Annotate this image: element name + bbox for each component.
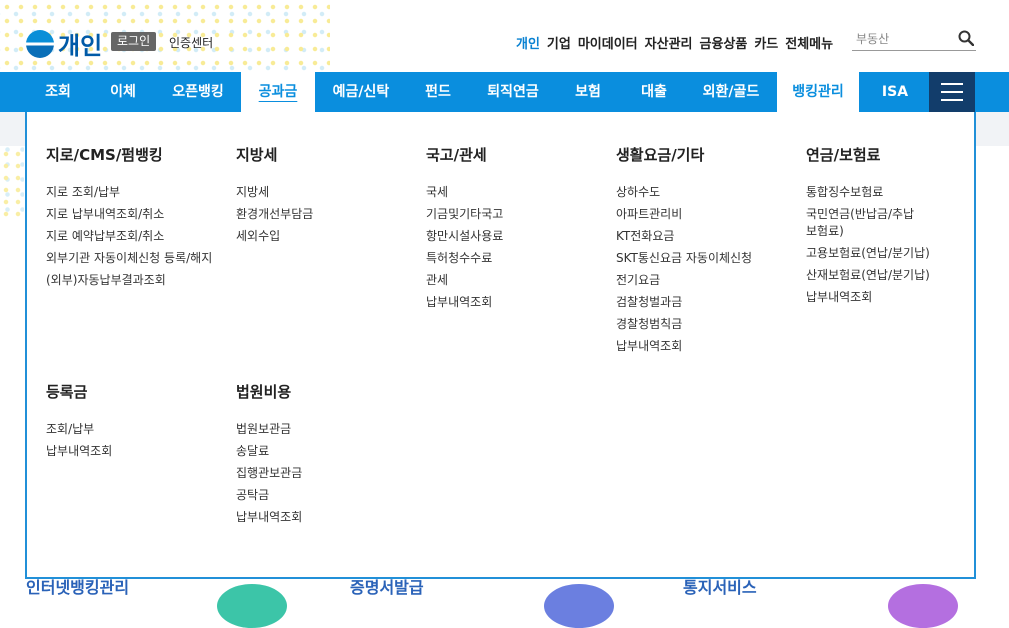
section-title: 국고/관세 — [426, 146, 487, 164]
menu-item[interactable]: 지로 예약납부조회/취소 — [46, 228, 216, 245]
menu-item[interactable]: 국세 — [426, 184, 596, 201]
menu-item[interactable]: 기금및기타국고 — [426, 206, 596, 223]
header: 개인 로그인 인증센터 개인 기업 마이데이터 자산관리 금융상품 카드 전체메… — [0, 0, 1009, 72]
util-nav-personal[interactable]: 개인 — [516, 33, 540, 52]
menu-item[interactable]: 환경개선부담금 — [236, 206, 406, 223]
menu-item[interactable]: 납부내역조회 — [806, 289, 976, 306]
menu-item[interactable]: (외부)자동납부결과조회 — [46, 272, 216, 289]
menu-section-utility-bills: 생활요금/기타 상하수도 아파트관리비 KT전화요금 SKT통신요금 자동이체신… — [616, 144, 786, 360]
nav-banking-management[interactable]: 뱅킹관리 — [777, 72, 859, 112]
menu-item[interactable]: 조회/납부 — [46, 421, 216, 438]
menu-item[interactable]: 경찰청범칙금 — [616, 316, 786, 333]
nav-loan[interactable]: 대출 — [622, 72, 686, 112]
menu-item[interactable]: SKT통신요금 자동이체신청 — [616, 250, 786, 267]
menu-item[interactable]: 아파트관리비 — [616, 206, 786, 223]
nav-inquiry[interactable]: 조회 — [26, 72, 90, 112]
util-nav-mydata[interactable]: 마이데이터 — [578, 33, 638, 52]
section-title: 생활요금/기타 — [616, 146, 705, 164]
menu-section-court-fees: 법원비용 법원보관금 송달료 집행관보관금 공탁금 납부내역조회 — [236, 381, 406, 531]
search-input[interactable] — [852, 29, 956, 49]
section-title: 연금/보험료 — [806, 146, 881, 164]
section-title: 법원비용 — [236, 383, 292, 401]
menu-section-national-tax: 국고/관세 국세 기금및기타국고 항만시설사용료 특허청수수료 관세 납부내역조… — [426, 144, 596, 316]
nav-fund[interactable]: 펀드 — [407, 72, 469, 112]
menu-item[interactable]: 지방세 — [236, 184, 406, 201]
menu-section-pension-insurance: 연금/보험료 통합징수보험료 국민연금(반납금/추납보험료) 고용보험료(연납/… — [806, 144, 976, 311]
search-icon[interactable] — [958, 30, 974, 46]
menu-item[interactable]: 납부내역조회 — [426, 294, 596, 311]
menu-section-tuition: 등록금 조회/납부 납부내역조회 — [46, 381, 216, 465]
menu-item[interactable]: 특허청수수료 — [426, 250, 596, 267]
menu-item[interactable]: 송달료 — [236, 443, 406, 460]
section-title: 지방세 — [236, 146, 278, 164]
mega-menu-panel: 지로/CMS/펌뱅킹 지로 조회/납부 지로 납부내역조회/취소 지로 예약납부… — [25, 112, 976, 579]
logo[interactable]: 개인 — [26, 26, 102, 61]
menu-item[interactable]: 고용보험료(연납/분기납) — [806, 245, 976, 262]
menu-item[interactable]: 전기요금 — [616, 272, 786, 289]
util-nav-business[interactable]: 기업 — [547, 33, 571, 52]
menu-item[interactable]: 국민연금(반납금/추납보험료) — [806, 206, 916, 240]
util-nav-card[interactable]: 카드 — [754, 33, 778, 52]
nav-fx-gold[interactable]: 외환/골드 — [688, 72, 774, 112]
hamburger-line — [941, 99, 963, 101]
menu-item[interactable]: 공탁금 — [236, 487, 406, 504]
service-icon — [544, 584, 614, 628]
menu-item[interactable]: 세외수입 — [236, 228, 406, 245]
menu-item[interactable]: 검찰청벌과금 — [616, 294, 786, 311]
nav-transfer[interactable]: 이체 — [91, 72, 155, 112]
menu-item[interactable]: 법원보관금 — [236, 421, 406, 438]
menu-item[interactable]: 지로 납부내역조회/취소 — [46, 206, 216, 223]
cert-center-link[interactable]: 인증센터 — [169, 34, 213, 51]
logo-text: 개인 — [58, 32, 103, 60]
login-button[interactable]: 로그인 — [111, 32, 157, 51]
util-nav-products[interactable]: 금융상품 — [700, 33, 748, 52]
util-nav-all-menu[interactable]: 전체메뉴 — [785, 33, 833, 52]
menu-section-giro: 지로/CMS/펌뱅킹 지로 조회/납부 지로 납부내역조회/취소 지로 예약납부… — [46, 144, 216, 294]
nav-deposit-trust[interactable]: 예금/신탁 — [319, 72, 403, 112]
main-nav: 조회 이체 오픈뱅킹 공과금 예금/신탁 펀드 퇴직연금 보험 대출 외환/골드… — [0, 72, 1009, 112]
menu-section-local-tax: 지방세 지방세 환경개선부담금 세외수입 — [236, 144, 406, 250]
service-icon — [888, 584, 958, 628]
menu-item[interactable]: 집행관보관금 — [236, 465, 406, 482]
section-title: 등록금 — [46, 383, 88, 401]
util-nav-asset[interactable]: 자산관리 — [645, 33, 693, 52]
search-box — [852, 28, 976, 51]
menu-item[interactable]: 통합징수보험료 — [806, 184, 976, 201]
menu-item[interactable]: 지로 조회/납부 — [46, 184, 216, 201]
section-title: 지로/CMS/펌뱅킹 — [46, 146, 163, 164]
service-icon — [217, 584, 287, 628]
menu-item[interactable]: 외부기관 자동이체신청 등록/해지 — [46, 250, 216, 267]
nav-public-charges[interactable]: 공과금 — [241, 72, 315, 112]
hamburger-menu-button[interactable] — [929, 72, 975, 112]
menu-item[interactable]: KT전화요금 — [616, 228, 786, 245]
menu-item[interactable]: 상하수도 — [616, 184, 786, 201]
menu-item[interactable]: 납부내역조회 — [616, 338, 786, 355]
nav-isa[interactable]: ISA — [862, 72, 928, 112]
nav-open-banking[interactable]: 오픈뱅킹 — [157, 72, 239, 112]
nav-pension[interactable]: 퇴직연금 — [472, 72, 554, 112]
menu-item[interactable]: 관세 — [426, 272, 596, 289]
menu-item[interactable]: 산재보험료(연납/분기납) — [806, 267, 976, 284]
nav-insurance[interactable]: 보험 — [556, 72, 620, 112]
menu-item[interactable]: 납부내역조회 — [236, 509, 406, 526]
hamburger-line — [941, 83, 963, 85]
hamburger-line — [941, 91, 963, 93]
logo-icon — [26, 29, 54, 58]
menu-item[interactable]: 항만시설사용료 — [426, 228, 596, 245]
menu-item[interactable]: 납부내역조회 — [46, 443, 216, 460]
utility-nav: 개인 기업 마이데이터 자산관리 금융상품 카드 전체메뉴 — [516, 33, 833, 52]
